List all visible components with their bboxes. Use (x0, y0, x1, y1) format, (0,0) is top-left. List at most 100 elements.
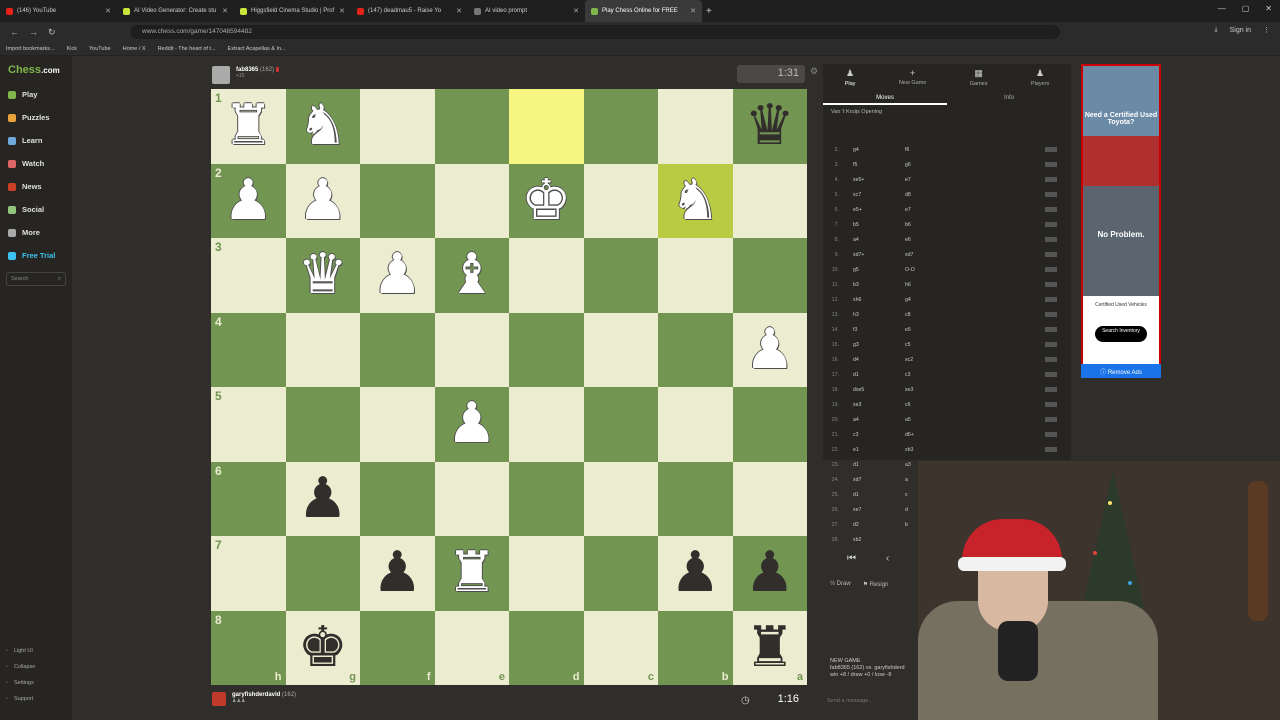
white-move[interactable]: xe7 (853, 507, 905, 513)
close-tab-icon[interactable]: ✕ (690, 7, 696, 15)
chess-piece[interactable]: ♜ (211, 89, 286, 164)
white-move[interactable]: dxe5 (853, 387, 905, 393)
chess-piece[interactable]: ♟ (733, 536, 808, 611)
chess-piece[interactable]: ♞ (286, 89, 361, 164)
chess-board[interactable]: 1 ♜ ♞ ♛ 2 ♟ ♟ ♚ ♞ 3 ♛ ♟ ♝ 4 ♟ 5 ♟ 6 ♟ 7 ♟ ♜ ♟ ♟ 8 h g ♚ f e d c b a ♜ (211, 89, 807, 685)
close-tab-icon[interactable]: ✕ (573, 7, 579, 15)
board-square[interactable] (583, 312, 658, 387)
board-square[interactable] (509, 387, 584, 462)
board-square[interactable] (434, 163, 509, 238)
black-move[interactable]: d6+ (905, 432, 965, 438)
board-square[interactable]: ♟ (658, 536, 733, 611)
board-square[interactable] (658, 238, 733, 313)
board-square[interactable] (583, 387, 658, 462)
board-square[interactable]: 5 (211, 387, 286, 462)
black-move[interactable]: g6 (905, 162, 965, 168)
board-square[interactable]: ♟ (285, 461, 360, 536)
bookmark-item[interactable]: Home / X (123, 46, 146, 52)
browser-tab[interactable]: (146) YouTube ✕ (0, 0, 117, 22)
maximize-icon[interactable]: ▢ (1242, 4, 1250, 13)
board-square[interactable]: 3 (211, 238, 286, 313)
sidebar-footer-item[interactable]: ◦ Support (6, 696, 33, 702)
board-square[interactable] (509, 536, 584, 611)
chess-piece[interactable]: ♚ (509, 164, 584, 239)
board-square[interactable]: 6 (211, 461, 286, 536)
sidebar-item-watch[interactable]: Watch (8, 159, 44, 168)
board-square[interactable] (434, 461, 509, 536)
ad-search-button[interactable]: Search Inventory (1095, 326, 1147, 342)
board-square[interactable]: ♟ (732, 312, 807, 387)
board-square[interactable] (583, 238, 658, 313)
board-square[interactable] (583, 89, 658, 164)
white-move[interactable]: xd7 (853, 477, 905, 483)
chess-piece[interactable]: ♟ (286, 164, 361, 239)
board-square[interactable] (434, 89, 509, 164)
white-move[interactable]: e5+ (853, 207, 905, 213)
sidebar-footer-item[interactable]: ◦ Collapse (6, 664, 35, 670)
white-move[interactable]: d1 (853, 462, 905, 468)
black-move[interactable]: d8 (905, 192, 965, 198)
board-square[interactable]: ♟ (434, 387, 509, 462)
board-square[interactable] (583, 461, 658, 536)
gear-icon[interactable]: ⚙ (810, 66, 818, 77)
bookmark-item[interactable]: Kick (67, 46, 77, 52)
black-move[interactable]: c8 (905, 312, 965, 318)
sidebar-search-input[interactable]: Search ⌕ (6, 272, 66, 286)
white-move[interactable]: g4 (853, 147, 905, 153)
board-square[interactable]: 8h (211, 610, 286, 685)
sidebar-item-more[interactable]: More (8, 228, 40, 237)
black-move[interactable]: xb3 (905, 447, 965, 453)
white-move[interactable]: d1 (853, 492, 905, 498)
bookmark-item[interactable]: Import bookmarks... (6, 46, 55, 52)
browser-tab[interactable]: Play Chess Online for FREE ✕ (585, 0, 702, 22)
board-square[interactable]: f (360, 610, 435, 685)
white-move[interactable]: d1 (853, 372, 905, 378)
avatar[interactable] (212, 692, 226, 706)
board-square[interactable]: 7 (211, 536, 286, 611)
white-move[interactable]: a4 (853, 237, 905, 243)
board-square[interactable] (509, 461, 584, 536)
bookmark-item[interactable]: Reddit - The heart of t... (158, 46, 216, 52)
black-move[interactable]: b6 (905, 222, 965, 228)
sidebar-footer-item[interactable]: ◦ Light UI (6, 648, 33, 654)
subtab-info[interactable]: Info (947, 93, 1071, 105)
sidebar-footer-item[interactable]: ◦ Settings (6, 680, 34, 686)
white-move[interactable]: xb2 (853, 537, 905, 543)
white-move[interactable]: b3 (853, 282, 905, 288)
browser-tab[interactable]: (147) deadmau5 - Raise Yo ✕ (351, 0, 468, 22)
chess-logo[interactable]: Chess.com (8, 64, 60, 76)
black-move[interactable]: c6 (905, 402, 965, 408)
board-square[interactable] (360, 387, 435, 462)
board-square[interactable] (732, 461, 807, 536)
close-tab-icon[interactable]: ✕ (339, 7, 345, 15)
board-square[interactable] (583, 536, 658, 611)
black-move[interactable]: xc2 (905, 357, 965, 363)
board-square[interactable]: ♝ (434, 238, 509, 313)
black-move[interactable]: h6 (905, 282, 965, 288)
board-square[interactable]: ♟ (360, 536, 435, 611)
white-move[interactable]: xe3 (853, 402, 905, 408)
board-square[interactable] (658, 89, 733, 164)
tab-games[interactable]: ▦ Games (970, 68, 988, 87)
white-move[interactable]: f3 (853, 327, 905, 333)
white-move[interactable]: a4 (853, 417, 905, 423)
board-square[interactable]: ♟ (732, 536, 808, 611)
chess-piece[interactable]: ♟ (360, 536, 435, 611)
resign-button[interactable]: ⚑ Resign (863, 581, 889, 588)
message-input[interactable]: Send a message... (827, 698, 873, 704)
black-move[interactable]: xd7 (905, 252, 965, 258)
board-square[interactable] (360, 461, 435, 536)
board-square[interactable] (509, 89, 584, 164)
black-move[interactable]: e7 (905, 207, 965, 213)
prev-move-icon[interactable]: ‹ (886, 553, 889, 564)
black-move[interactable]: c5 (905, 342, 965, 348)
board-square[interactable]: e (434, 610, 509, 685)
black-move[interactable]: f6 (905, 147, 965, 153)
close-window-icon[interactable]: ✕ (1265, 4, 1272, 13)
sidebar-item-social[interactable]: Social (8, 205, 44, 214)
board-square[interactable]: 1 ♜ (211, 89, 286, 164)
board-square[interactable]: ♟ (360, 238, 435, 313)
chess-piece[interactable]: ♚ (286, 611, 361, 686)
subtab-moves[interactable]: Moves (823, 93, 947, 105)
white-move[interactable]: xc7 (853, 192, 905, 198)
